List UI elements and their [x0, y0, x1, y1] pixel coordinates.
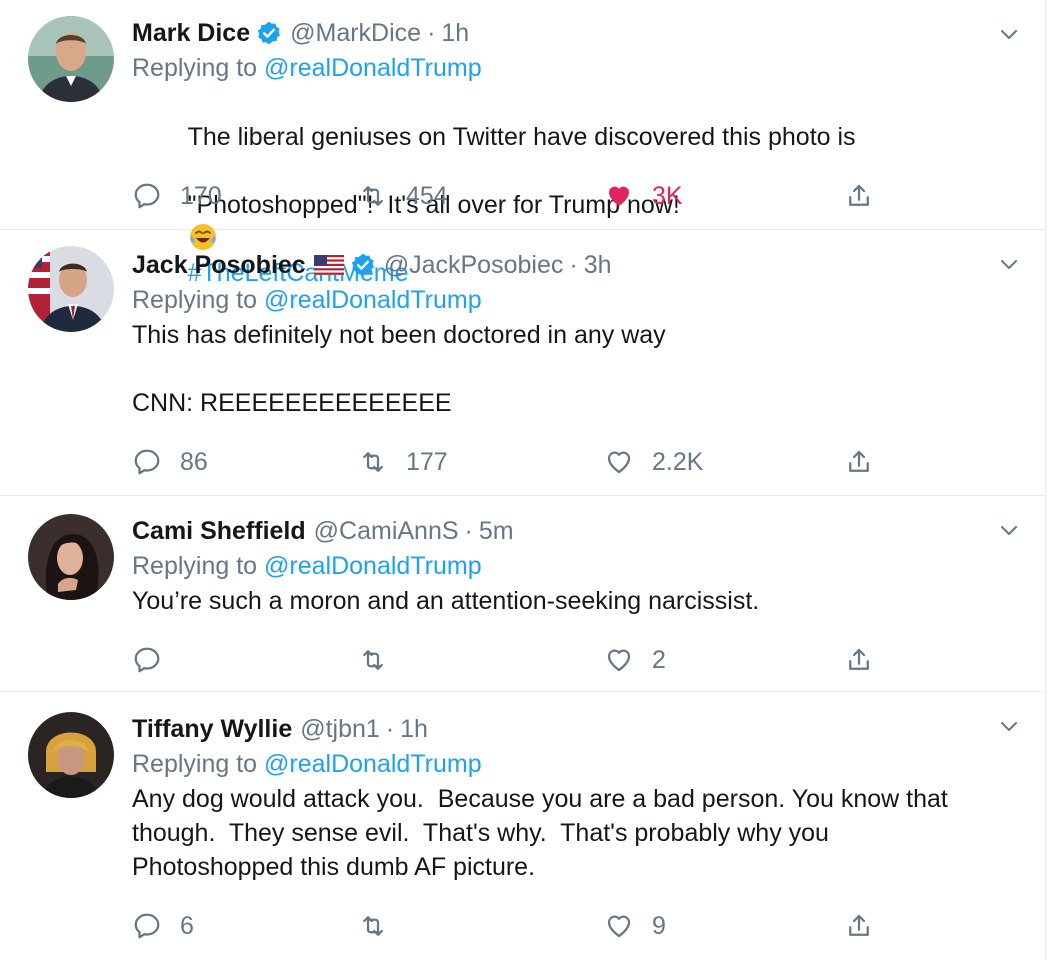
share-button[interactable]: [844, 442, 892, 482]
like-button[interactable]: 2: [604, 640, 666, 680]
mention-link[interactable]: @realDonaldTrump: [264, 54, 482, 82]
tweet-header: Tiffany Wyllie @tjbn1 · 1h: [132, 712, 1021, 746]
tweet-text: Any dog would attack you. Because you ar…: [132, 785, 948, 881]
reply-button[interactable]: 6: [132, 906, 194, 946]
retweet-icon: [358, 911, 388, 941]
replying-to: Replying to @realDonaldTrump: [132, 282, 1021, 318]
heart-icon: [604, 645, 634, 675]
tweet-cami-sheffield[interactable]: Cami Sheffield @CamiAnnS · 5m Replying t…: [0, 496, 1046, 692]
tweet-header: Cami Sheffield @CamiAnnS · 5m: [132, 514, 1021, 548]
avatar[interactable]: [28, 514, 114, 600]
retweet-count: 454: [406, 181, 448, 210]
like-count: 9: [652, 911, 666, 940]
replying-to-label: Replying to: [132, 54, 258, 82]
replying-to-label: Replying to: [132, 750, 258, 778]
tweet-text: You’re such a moron and an attention-see…: [132, 587, 760, 615]
share-icon: [844, 911, 874, 941]
chevron-down-icon[interactable]: [997, 252, 1021, 276]
user-handle[interactable]: @CamiAnnS: [314, 517, 459, 546]
user-handle[interactable]: @JackPosobiec: [384, 251, 564, 280]
us-flag-icon: [313, 255, 344, 275]
separator-dot: ·: [427, 18, 436, 47]
replying-to: Replying to @realDonaldTrump: [132, 50, 1021, 86]
like-count: 2.2K: [652, 447, 704, 476]
user-handle[interactable]: @MarkDice: [290, 19, 421, 48]
share-button[interactable]: [844, 176, 892, 216]
like-count: 2: [652, 645, 666, 674]
share-button[interactable]: [844, 640, 892, 680]
reply-button[interactable]: 86: [132, 442, 208, 482]
retweet-icon: [358, 181, 388, 211]
separator-dot: ·: [464, 516, 473, 545]
separator-dot: ·: [569, 250, 578, 279]
tweet-jack-posobiec[interactable]: Jack Posobiec @JackPosobiec · 3h Replyin…: [0, 230, 1046, 496]
heart-icon: [604, 911, 634, 941]
separator-dot: ·: [385, 714, 395, 743]
like-count: 3K: [652, 181, 683, 210]
like-button[interactable]: 2.2K: [604, 442, 703, 482]
reply-button[interactable]: [132, 640, 180, 680]
user-handle[interactable]: @tjbn1: [300, 715, 380, 744]
mention-link[interactable]: @realDonaldTrump: [264, 552, 482, 580]
replying-to: Replying to @realDonaldTrump: [132, 548, 1021, 584]
tweet-text-line: The liberal geniuses on Twitter have dis…: [187, 123, 856, 151]
reply-count: 6: [180, 911, 194, 940]
tweet-timestamp[interactable]: 1h: [441, 19, 469, 48]
reply-feed: Mark Dice @MarkDice · 1h Replying to @re…: [0, 0, 1050, 960]
display-name[interactable]: Jack Posobiec: [132, 251, 306, 280]
chevron-down-icon[interactable]: [997, 22, 1021, 46]
replying-to-label: Replying to: [132, 552, 258, 580]
heart-filled-icon: [604, 181, 634, 211]
display-name[interactable]: Mark Dice: [132, 19, 250, 48]
like-button[interactable]: 3K: [604, 176, 683, 216]
tweet-mark-dice[interactable]: Mark Dice @MarkDice · 1h Replying to @re…: [0, 0, 1046, 287]
tweet-header: Mark Dice @MarkDice · 1h: [132, 16, 1021, 50]
tweet-tiffany-wyllie[interactable]: Tiffany Wyllie @tjbn1 · 1h Replying to @…: [0, 692, 1046, 960]
avatar[interactable]: [28, 246, 114, 332]
avatar[interactable]: [28, 712, 114, 798]
tweet-timestamp[interactable]: 5m: [479, 517, 514, 546]
display-name[interactable]: Tiffany Wyllie: [132, 715, 292, 744]
retweet-button[interactable]: [358, 906, 406, 946]
reply-count: 86: [180, 447, 208, 476]
reply-icon: [132, 447, 162, 477]
tweet-timestamp[interactable]: 3h: [584, 251, 612, 280]
mention-link[interactable]: @realDonaldTrump: [264, 750, 482, 778]
tweet-text: This has definitely not been doctored in…: [132, 321, 666, 417]
tweet-actions: 2: [132, 640, 892, 680]
reply-icon: [132, 645, 162, 675]
share-icon: [844, 645, 874, 675]
reply-count: 170: [180, 181, 222, 210]
like-button[interactable]: 9: [604, 906, 666, 946]
retweet-count: 177: [406, 447, 448, 476]
replying-to-label: Replying to: [132, 286, 258, 314]
reply-icon: [132, 911, 162, 941]
replying-to: Replying to @realDonaldTrump: [132, 746, 1021, 782]
avatar[interactable]: [28, 16, 114, 102]
display-name[interactable]: Cami Sheffield: [132, 517, 306, 546]
reply-button[interactable]: 170: [132, 176, 222, 216]
reply-icon: [132, 181, 162, 211]
mention-link[interactable]: @realDonaldTrump: [264, 286, 482, 314]
verified-badge-icon: [350, 252, 376, 278]
tweet-timestamp[interactable]: 1h: [400, 715, 428, 744]
tweet-actions: 86 177 2.2K: [132, 442, 892, 482]
chevron-down-icon[interactable]: [997, 518, 1021, 542]
tweet-actions: 170 454 3K: [132, 176, 892, 216]
share-button[interactable]: [844, 906, 892, 946]
retweet-button[interactable]: 454: [358, 176, 448, 216]
retweet-icon: [358, 645, 388, 675]
chevron-down-icon[interactable]: [997, 714, 1021, 738]
heart-icon: [604, 447, 634, 477]
retweet-button[interactable]: 177: [358, 442, 448, 482]
retweet-button[interactable]: [358, 640, 406, 680]
verified-badge-icon: [256, 20, 282, 46]
share-icon: [844, 181, 874, 211]
tweet-actions: 6 9: [132, 906, 892, 946]
share-icon: [844, 447, 874, 477]
retweet-icon: [358, 447, 388, 477]
tweet-header: Jack Posobiec @JackPosobiec · 3h: [132, 248, 1021, 282]
